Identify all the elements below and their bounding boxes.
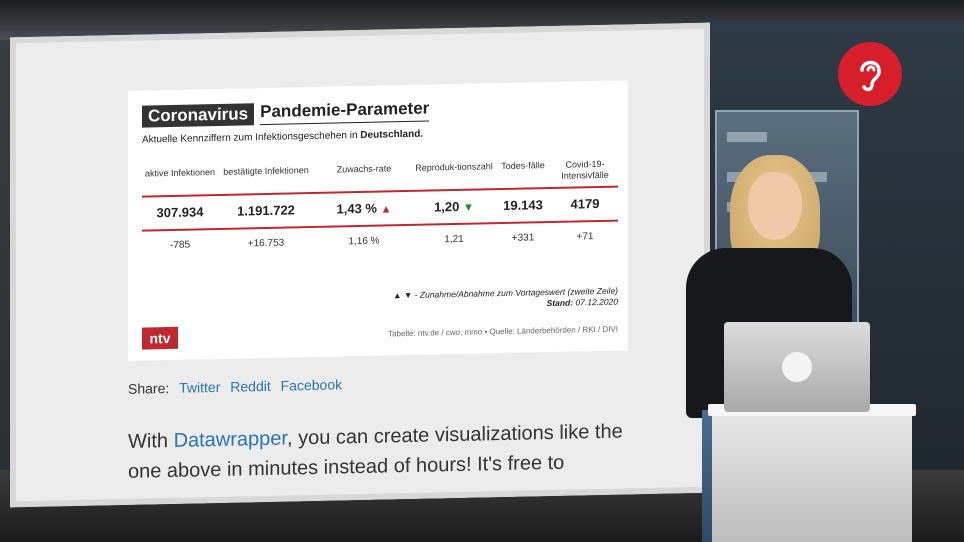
- change-cell: -785: [169, 239, 190, 251]
- subtitle-text: Aktuelle Kennziffern zum Infektionsgesch…: [142, 130, 358, 146]
- laptop-logo-icon: [782, 352, 812, 382]
- col-header: Reproduk-tionszahl: [415, 161, 493, 173]
- share-facebook-link[interactable]: Facebook: [281, 376, 342, 393]
- ear-icon: [860, 60, 881, 92]
- table-row-current: 307.934 1.191.722 1,43 % ▲ 1,20 ▼ 19.143…: [142, 193, 618, 225]
- change-cell: +71: [576, 231, 594, 243]
- studio-screen: Coronavirus Pandemie-Parameter Aktuelle …: [10, 22, 710, 508]
- panel-bar: [727, 132, 767, 142]
- triangle-up-icon: ▲: [380, 203, 392, 216]
- share-twitter-link[interactable]: Twitter: [179, 379, 220, 396]
- chart-tag: Coronavirus: [142, 102, 255, 128]
- table-row-change: -785 +16.753 1,16 % 1,21 +331 +71: [142, 227, 618, 257]
- value-cell: 1.191.722: [237, 202, 295, 219]
- ntv-logo: ntv: [142, 326, 178, 350]
- news-desk: [712, 408, 912, 542]
- datawrapper-link[interactable]: Datawrapper: [174, 428, 287, 452]
- change-cell: +16.753: [247, 237, 285, 250]
- chart-title-row: Coronavirus Pandemie-Parameter: [142, 98, 430, 128]
- col-header: Todes-fälle: [501, 160, 545, 172]
- chart-title: Pandemie-Parameter: [260, 98, 430, 126]
- hearing-accessibility-button[interactable]: [838, 42, 902, 106]
- chart-subtitle: Aktuelle Kennziffern zum Infektionsgesch…: [142, 129, 423, 146]
- share-label: Share:: [128, 379, 170, 397]
- parameter-table: aktive Infektionen bestätigte Infektione…: [142, 159, 618, 257]
- subtitle-country: Deutschland.: [360, 128, 424, 141]
- value-cell: 307.934: [156, 204, 204, 221]
- triangle-down-icon: ▼: [463, 201, 474, 214]
- col-header: Zuwachs-rate: [336, 163, 392, 175]
- change-cell: 1,16 %: [348, 235, 380, 248]
- value-cell: 4179: [570, 195, 600, 212]
- col-header: Covid-19-Intensivfälle: [561, 158, 609, 181]
- table-header-row: aktive Infektionen bestätigte Infektione…: [142, 159, 618, 191]
- chart-legend: ▲ ▼ - Zunahme/Abnahme zum Vortageswert (…: [393, 286, 618, 313]
- share-reddit-link[interactable]: Reddit: [230, 378, 270, 395]
- chart-source: Tabelle: ntv.de / cwo, mmo • Quelle: Län…: [388, 324, 618, 339]
- col-header: bestätigte Infektionen: [223, 165, 309, 177]
- change-cell: 1,21: [444, 233, 464, 246]
- value-cell: 1,43 % ▲: [314, 197, 414, 221]
- promo-text: With Datawrapper, you can create visuali…: [128, 416, 628, 486]
- value-cell: 19.143: [503, 197, 543, 214]
- value-text: 1,43 %: [336, 200, 377, 217]
- laptop: [724, 322, 870, 412]
- chart-card: Coronavirus Pandemie-Parameter Aktuelle …: [128, 80, 628, 361]
- promo-prefix: With: [128, 430, 168, 453]
- stand-label: Stand:: [546, 297, 574, 309]
- stand-date: 07.12.2020: [575, 296, 618, 308]
- presenter-face: [748, 172, 802, 240]
- value-cell: 1,20 ▼: [414, 195, 494, 219]
- value-text: 1,20: [434, 198, 460, 215]
- change-cell: +331: [511, 232, 535, 244]
- col-header: aktive Infektionen: [144, 167, 216, 179]
- share-bar: Share: Twitter Reddit Facebook: [128, 376, 342, 396]
